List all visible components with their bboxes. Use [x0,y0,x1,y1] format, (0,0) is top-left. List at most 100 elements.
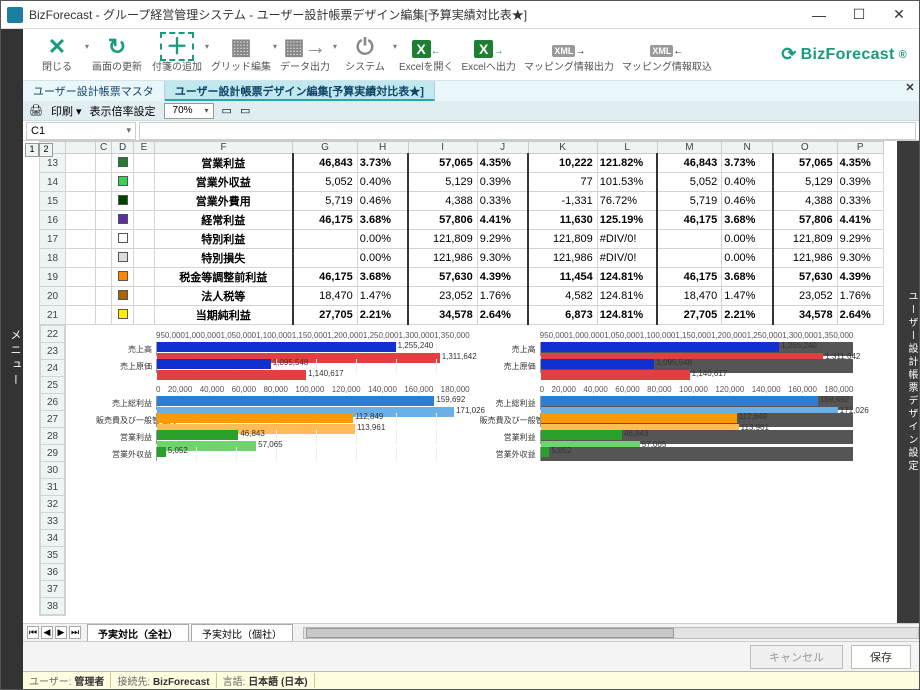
toolbar-画面の更新[interactable]: ↻画面の更新 [89,34,145,75]
sheet-tab-bar: ⏮◀▶⏭ 予実対比（全社）予実対比（個社） [23,623,919,641]
maximize-button[interactable]: ☐ [839,1,879,28]
h-scrollbar[interactable] [303,627,919,639]
row-header[interactable]: 18 [40,249,66,268]
chart: 950,0001,000,0001,050,0001,100,0001,150,… [96,331,470,375]
toolbar-閉じる[interactable]: ✕閉じる▾ [29,34,85,75]
chart-bar [157,396,434,406]
chart-bar [541,447,550,457]
toolbar-マッピング情報出力[interactable]: XML→マッピング情報出力 [522,34,616,75]
chart-category: 売上総利益 [480,398,540,409]
zoom-down-icon[interactable]: ▾ [201,106,213,115]
row-label[interactable]: 当期純利益 [154,306,292,325]
name-box[interactable]: C1 ▾ [26,122,136,140]
chart-value: 159,692 [820,395,849,404]
row-header[interactable]: 21 [40,306,66,325]
titlebar: BizForecast - グループ経営管理システム - ユーザー設計帳票デザイ… [1,1,919,29]
toolbar-Excelを開く[interactable]: X←Excelを開く [397,34,455,75]
row-header[interactable]: 15 [40,192,66,211]
spreadsheet[interactable]: 1 2 CDEFGHIJKLMNOP13営業利益46,8433.73%57,06… [23,141,897,623]
sheet-nav[interactable]: ▶ [55,626,67,639]
tab-close-icon[interactable]: ✕ [901,81,919,101]
toolbar-icon: ✕ [48,36,66,58]
toolbar-label: グリッド編集 [211,58,271,73]
left-menu[interactable]: メニュー [1,29,23,689]
row-header[interactable]: 19 [40,268,66,287]
chart-category: 販売費及び一般管理費 [480,415,540,426]
row-label[interactable]: 法人税等 [154,287,292,306]
row-label[interactable]: 営業外収益 [154,173,292,192]
toolbar-icon: ＋ [160,36,194,58]
row-header[interactable]: 20 [40,287,66,306]
color-marker [118,195,128,205]
row-label[interactable]: 税金等調整前利益 [154,268,292,287]
row-label[interactable]: 営業利益 [154,154,292,173]
sheet-nav[interactable]: ◀ [41,626,53,639]
sheet-nav[interactable]: ⏮ [27,626,39,639]
chart-bar [157,359,271,369]
doc-tab[interactable]: ユーザー設計帳票マスタ [23,81,165,101]
minimize-button[interactable]: — [799,1,839,28]
row-label[interactable]: 経常利益 [154,211,292,230]
toolbar-グリッド編集[interactable]: ▦グリッド編集▾ [209,34,273,75]
status-lang: 日本語 (日本) [248,677,307,688]
toolbar-label: データ出力 [280,58,330,73]
chart-value: 112,849 [355,412,383,421]
sub-toolbar: 🖨 印刷 ▾ 表示倍率設定 ▾ ▭ ▭ [23,101,919,121]
cancel-button[interactable]: キャンセル [750,645,843,669]
app-icon [7,7,23,23]
right-sidebar[interactable]: ユーザー設計帳票デザイン設定 [897,141,919,623]
tool-icon-1[interactable]: ▭ [222,104,232,117]
print-menu[interactable]: 印刷 ▾ [51,103,82,119]
print-icon[interactable]: 🖨 [29,104,43,117]
chart-value: 112,849 [739,412,767,421]
toolbar-データ出力[interactable]: ▦→データ出力▾ [277,34,333,75]
row-header[interactable]: 16 [40,211,66,230]
chart: 020,00040,00060,00080,000100,000120,0001… [96,385,470,463]
color-marker [118,214,128,224]
chart-category: 売上原価 [96,361,156,372]
toolbar-label: Excelを開く [399,58,453,73]
chart-category: 営業外収益 [96,449,156,460]
outline-1[interactable]: 1 [25,143,39,157]
sheet-tab[interactable]: 予実対比（個社） [191,624,293,642]
tool-icon-2[interactable]: ▭ [240,104,250,117]
status-bar: ユーザー: 管理者 接続先: BizForecast 言語: 日本語 (日本) [23,671,919,689]
toolbar-icon: ↻ [108,36,126,58]
color-marker [118,309,128,319]
chart-category: 売上高 [96,344,156,355]
name-box-dropdown-icon[interactable]: ▾ [126,125,131,136]
chart-category: 販売費及び一般管理費 [96,415,156,426]
status-lang-label: 言語: [223,677,246,688]
doc-tab[interactable]: ユーザー設計帳票デザイン編集[予算実績対比表★] [165,81,435,101]
sheet-nav[interactable]: ⏭ [69,626,81,639]
row-label[interactable]: 特別損失 [154,249,292,268]
row-label[interactable]: 特別利益 [154,230,292,249]
outline-2[interactable]: 2 [39,143,53,157]
chart-bar [157,413,353,423]
toolbar-label: マッピング情報出力 [524,58,614,73]
sheet-tab[interactable]: 予実対比（全社） [87,624,189,642]
row-header[interactable]: 17 [40,230,66,249]
toolbar-icon: X→ [474,36,503,58]
chart-value: 46,843 [624,429,648,438]
toolbar-icon: XML← [650,36,683,58]
close-button[interactable]: ✕ [879,1,919,28]
brand-logo: ⟳BizForecast® [781,44,913,65]
toolbar-label: 付箋の追加 [152,58,202,73]
toolbar-label: マッピング情報取込 [622,58,712,73]
toolbar-マッピング情報取込[interactable]: XML←マッピング情報取込 [620,34,714,75]
row-label[interactable]: 営業外費用 [154,192,292,211]
zoom-input[interactable] [165,105,201,116]
formula-bar[interactable] [139,122,916,140]
toolbar-システム[interactable]: ⏻システム▾ [337,34,393,75]
toolbar-付箋の追加[interactable]: ＋付箋の追加▾ [149,34,205,75]
toolbar-icon: XML→ [552,36,585,58]
save-button[interactable]: 保存 [851,645,911,669]
toolbar-label: 閉じる [42,58,72,73]
row-header[interactable]: 14 [40,173,66,192]
status-user-label: ユーザー: [29,677,72,688]
toolbar-Excelへ出力[interactable]: X→Excelへ出力 [459,34,517,75]
doc-tabs: ユーザー設計帳票マスタユーザー設計帳票デザイン編集[予算実績対比表★] ✕ [23,81,919,101]
zoom-box[interactable]: ▾ [164,103,214,119]
status-conn-label: 接続先: [117,677,150,688]
